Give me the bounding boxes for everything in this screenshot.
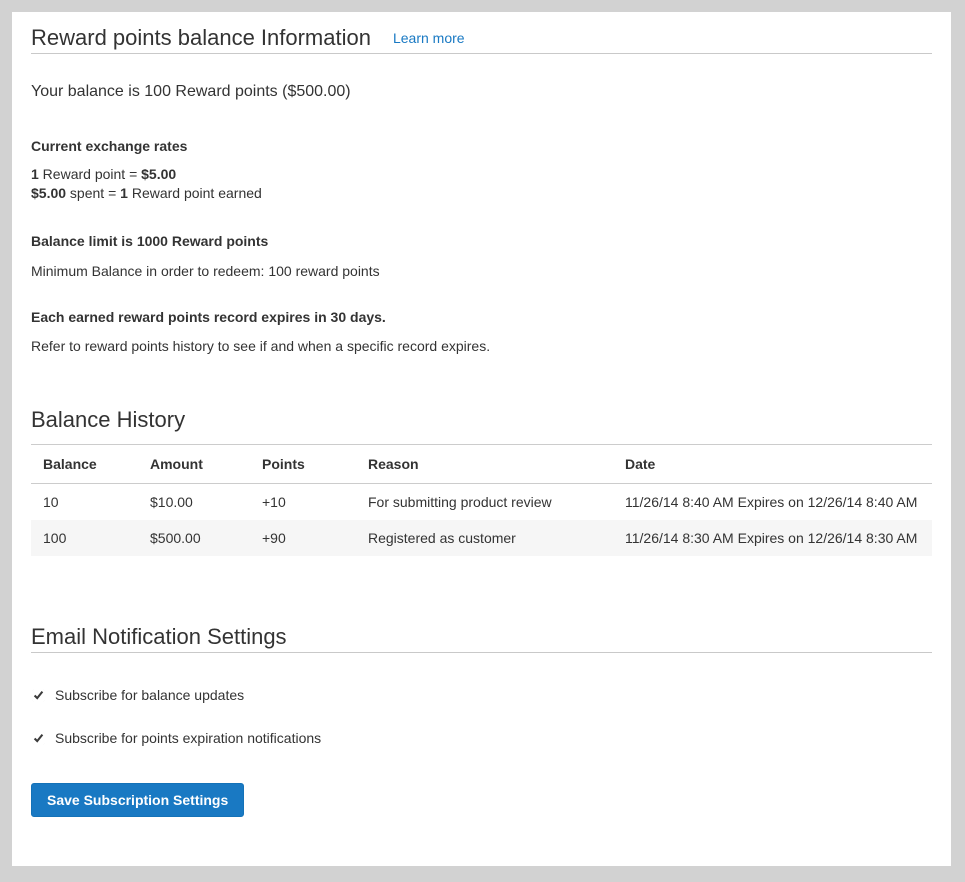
notification-divider — [31, 652, 932, 653]
column-header-date: Date — [613, 445, 932, 484]
exchange-rate-segment: spent = — [66, 185, 120, 201]
exchange-rate-segment: $5.00 — [31, 185, 66, 201]
exchange-rate-segment: $5.00 — [141, 166, 176, 182]
subscription-label[interactable]: Subscribe for balance updates — [55, 687, 244, 703]
column-header-reason: Reason — [356, 445, 613, 484]
table-row: 10$10.00+10For submitting product review… — [31, 484, 932, 521]
table-cell: 10 — [31, 484, 138, 521]
subscription-options: Subscribe for balance updates Subscribe f… — [31, 687, 932, 746]
exchange-rates-heading: Current exchange rates — [31, 136, 932, 156]
subscription-checkbox[interactable] — [32, 732, 45, 745]
reward-points-card: Reward points balance Information Learn … — [12, 12, 951, 866]
balance-history-title: Balance History — [31, 405, 932, 435]
balance-history-body: 10$10.00+10For submitting product review… — [31, 484, 932, 557]
subscription-label[interactable]: Subscribe for points expiration notifica… — [55, 730, 321, 746]
email-notification-title: Email Notification Settings — [31, 622, 932, 652]
page-title: Reward points balance Information — [31, 23, 371, 53]
learn-more-link[interactable]: Learn more — [393, 30, 465, 46]
exchange-rate-segment: Reward point = — [39, 166, 141, 182]
page-header: Reward points balance Information Learn … — [31, 23, 932, 53]
table-cell: $10.00 — [138, 484, 250, 521]
balance-history-table: BalanceAmountPointsReasonDate 10$10.00+1… — [31, 444, 932, 556]
table-cell: +10 — [250, 484, 356, 521]
balance-history-header: BalanceAmountPointsReasonDate — [31, 445, 932, 484]
balance-limit-heading: Balance limit is 1000 Reward points — [31, 231, 932, 251]
table-cell: $500.00 — [138, 520, 250, 556]
column-header-points: Points — [250, 445, 356, 484]
table-cell: +90 — [250, 520, 356, 556]
minimum-balance-note: Minimum Balance in order to redeem: 100 … — [31, 261, 932, 281]
table-cell: 100 — [31, 520, 138, 556]
column-header-balance: Balance — [31, 445, 138, 484]
expiry-note: Refer to reward points history to see if… — [31, 336, 932, 356]
subscription-checkbox[interactable] — [32, 689, 45, 702]
table-cell: 11/26/14 8:30 AM Expires on 12/26/14 8:3… — [613, 520, 932, 556]
exchange-rate-segment: Reward point earned — [128, 185, 262, 201]
title-divider — [31, 53, 932, 54]
table-cell: 11/26/14 8:40 AM Expires on 12/26/14 8:4… — [613, 484, 932, 521]
exchange-rate-segment: 1 — [120, 185, 128, 201]
exchange-rates-lines: 1 Reward point = $5.00$5.00 spent = 1 Re… — [31, 165, 932, 203]
balance-summary: Your balance is 100 Reward points ($500.… — [31, 81, 932, 103]
table-cell: Registered as customer — [356, 520, 613, 556]
column-header-amount: Amount — [138, 445, 250, 484]
expiry-heading: Each earned reward points record expires… — [31, 307, 932, 327]
exchange-rate-line: $5.00 spent = 1 Reward point earned — [31, 184, 932, 203]
exchange-rate-line: 1 Reward point = $5.00 — [31, 165, 932, 184]
page-background: Reward points balance Information Learn … — [0, 0, 965, 882]
save-subscription-settings-button[interactable]: Save Subscription Settings — [31, 783, 244, 817]
exchange-rate-segment: 1 — [31, 166, 39, 182]
header-row: BalanceAmountPointsReasonDate — [31, 445, 932, 484]
subscription-option: Subscribe for balance updates — [31, 687, 932, 703]
table-cell: For submitting product review — [356, 484, 613, 521]
subscription-option: Subscribe for points expiration notifica… — [31, 730, 932, 746]
table-row: 100$500.00+90Registered as customer11/26… — [31, 520, 932, 556]
